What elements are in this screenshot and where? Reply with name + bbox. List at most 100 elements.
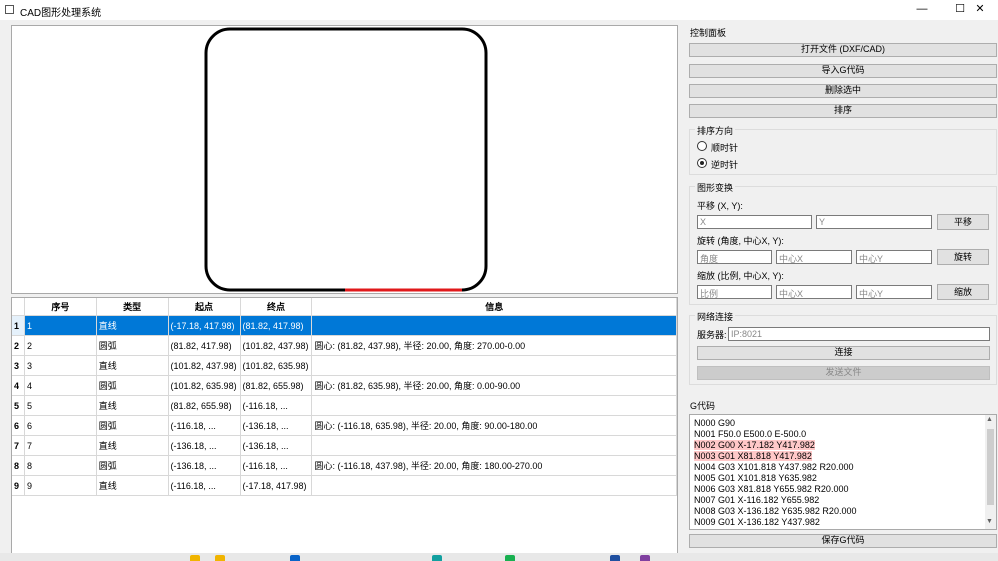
gcode-scrollbar[interactable]: ▲ ▼	[985, 415, 996, 529]
sort-button[interactable]: 排序	[689, 104, 997, 118]
clockwise-radio[interactable]	[697, 141, 707, 151]
cell-index[interactable]: 4	[24, 375, 97, 396]
header-type[interactable]: 类型	[96, 298, 169, 316]
table-row[interactable]: 8 8 圆弧 (-136.18, ... (-116.18, ... 圆心: (-116.…	[12, 455, 677, 476]
cell-info[interactable]	[311, 395, 677, 416]
scale-button[interactable]: 缩放	[937, 284, 989, 300]
table-row[interactable]: 5 5 直线 (81.82, 655.98) (-116.18, ...	[12, 395, 677, 416]
taskbar-app-icon[interactable]	[505, 555, 515, 561]
cell-end[interactable]: (-116.18, ...	[240, 455, 313, 476]
gcode-line[interactable]: N007 G01 X-116.182 Y655.982	[694, 495, 819, 505]
cell-index[interactable]: 3	[24, 355, 97, 376]
scroll-up-icon[interactable]: ▲	[986, 416, 993, 423]
translate-x-input[interactable]: X	[697, 215, 812, 229]
row-header[interactable]: 5	[12, 395, 25, 416]
row-header[interactable]: 8	[12, 455, 25, 476]
scroll-thumb[interactable]	[987, 429, 994, 505]
taskbar-app-icon[interactable]	[190, 555, 200, 561]
cell-start[interactable]: (-116.18, ...	[168, 415, 241, 436]
cell-start[interactable]: (81.82, 417.98)	[168, 335, 241, 356]
gcode-line[interactable]: N000 G90	[694, 418, 735, 428]
cell-start[interactable]: (101.82, 437.98)	[168, 355, 241, 376]
scale-center-x-input[interactable]: 中心X	[776, 285, 852, 299]
row-header[interactable]: 2	[12, 335, 25, 356]
save-gcode-button[interactable]: 保存G代码	[689, 534, 997, 548]
gcode-line[interactable]: N004 G03 X101.818 Y437.982 R20.000	[694, 462, 853, 472]
counterclockwise-radio[interactable]	[697, 158, 707, 168]
cell-start[interactable]: (-17.18, 417.98)	[168, 315, 241, 336]
cell-end[interactable]: (101.82, 437.98)	[240, 335, 313, 356]
cell-start[interactable]: (101.82, 635.98)	[168, 375, 241, 396]
cell-type[interactable]: 圆弧	[96, 375, 169, 396]
cell-end[interactable]: (-17.18, 417.98)	[240, 475, 313, 496]
row-header[interactable]: 1	[12, 315, 25, 336]
header-info[interactable]: 信息	[311, 298, 677, 316]
open-file-button[interactable]: 打开文件 (DXF/CAD)	[689, 43, 997, 57]
cell-end[interactable]: (81.82, 417.98)	[240, 315, 313, 336]
cell-index[interactable]: 9	[24, 475, 97, 496]
cell-type[interactable]: 直线	[96, 395, 169, 416]
header-index[interactable]: 序号	[24, 298, 97, 316]
table-row[interactable]: 6 6 圆弧 (-116.18, ... (-136.18, ... 圆心: (-116.…	[12, 415, 677, 436]
delete-selected-button[interactable]: 删除选中	[689, 84, 997, 98]
cell-type[interactable]: 圆弧	[96, 455, 169, 476]
taskbar-app-icon[interactable]	[290, 555, 300, 561]
send-file-button[interactable]: 发送文件	[697, 366, 990, 380]
taskbar-app-icon[interactable]	[610, 555, 620, 561]
scroll-down-icon[interactable]: ▼	[986, 518, 993, 525]
gcode-line[interactable]: N005 G01 X101.818 Y635.982	[694, 473, 817, 483]
cell-info[interactable]: 圆心: (-116.18, 635.98), 半径: 20.00, 角度: 90…	[311, 415, 677, 436]
cell-type[interactable]: 直线	[96, 315, 169, 336]
gcode-line[interactable]: N001 F50.0 E500.0 E-500.0	[694, 429, 806, 439]
cell-type[interactable]: 圆弧	[96, 415, 169, 436]
close-button[interactable]: ✕	[962, 0, 998, 20]
cell-type[interactable]: 直线	[96, 355, 169, 376]
scale-center-y-input[interactable]: 中心Y	[856, 285, 932, 299]
table-row[interactable]: 7 7 直线 (-136.18, ... (-136.18, ...	[12, 435, 677, 456]
gcode-line[interactable]: N006 G03 X81.818 Y655.982 R20.000	[694, 484, 848, 494]
cell-end[interactable]: (-136.18, ...	[240, 435, 313, 456]
server-input[interactable]: IP:8021	[728, 327, 990, 341]
cell-info[interactable]	[311, 435, 677, 456]
table-row[interactable]: 3 3 直线 (101.82, 437.98) (101.82, 635.98)	[12, 355, 677, 376]
table-row[interactable]: 1 1 直线 (-17.18, 417.98) (81.82, 417.98)	[12, 315, 677, 336]
drawing-canvas[interactable]	[11, 25, 678, 294]
cell-index[interactable]: 7	[24, 435, 97, 456]
cell-info[interactable]: 圆心: (81.82, 635.98), 半径: 20.00, 角度: 0.00…	[311, 375, 677, 396]
translate-y-input[interactable]: Y	[816, 215, 932, 229]
minimize-button[interactable]: —	[904, 0, 940, 20]
cell-index[interactable]: 2	[24, 335, 97, 356]
taskbar-app-icon[interactable]	[432, 555, 442, 561]
cell-start[interactable]: (-116.18, ...	[168, 475, 241, 496]
cell-index[interactable]: 1	[24, 315, 97, 336]
cell-type[interactable]: 圆弧	[96, 335, 169, 356]
cell-end[interactable]: (101.82, 635.98)	[240, 355, 313, 376]
gcode-line[interactable]: N002 G00 X-17.182 Y417.982	[694, 440, 815, 450]
cell-index[interactable]: 5	[24, 395, 97, 416]
connect-button[interactable]: 连接	[697, 346, 990, 360]
cell-end[interactable]: (-116.18, ...	[240, 395, 313, 416]
scale-ratio-input[interactable]: 比例	[697, 285, 772, 299]
clockwise-label[interactable]: 顺时针	[711, 141, 738, 154]
row-header[interactable]: 4	[12, 375, 25, 396]
row-header[interactable]: 6	[12, 415, 25, 436]
translate-button[interactable]: 平移	[937, 214, 989, 230]
cell-info[interactable]	[311, 475, 677, 496]
table-row[interactable]: 9 9 直线 (-116.18, ... (-17.18, 417.98)	[12, 475, 677, 496]
table-row[interactable]: 4 4 圆弧 (101.82, 635.98) (81.82, 655.98) 圆心: (…	[12, 375, 677, 396]
counterclockwise-label[interactable]: 逆时针	[711, 158, 738, 171]
rotate-center-x-input[interactable]: 中心X	[776, 250, 852, 264]
rotate-angle-input[interactable]: 角度	[697, 250, 772, 264]
cell-start[interactable]: (-136.18, ...	[168, 455, 241, 476]
cell-start[interactable]: (-136.18, ...	[168, 435, 241, 456]
taskbar-app-icon[interactable]	[640, 555, 650, 561]
gcode-line[interactable]: N009 G01 X-136.182 Y437.982	[694, 517, 820, 527]
gcode-listing[interactable]: N000 G90 N001 F50.0 E500.0 E-500.0 N002 G0…	[689, 414, 997, 530]
rounded-rect-shape[interactable]	[204, 27, 488, 292]
row-header[interactable]: 9	[12, 475, 25, 496]
entity-table[interactable]: 序号 类型 起点 终点 信息 1 1 直线 (-17.18, 417.98) (81.8…	[11, 297, 678, 555]
cell-start[interactable]: (81.82, 655.98)	[168, 395, 241, 416]
cell-index[interactable]: 6	[24, 415, 97, 436]
cell-info[interactable]	[311, 355, 677, 376]
row-header[interactable]: 7	[12, 435, 25, 456]
